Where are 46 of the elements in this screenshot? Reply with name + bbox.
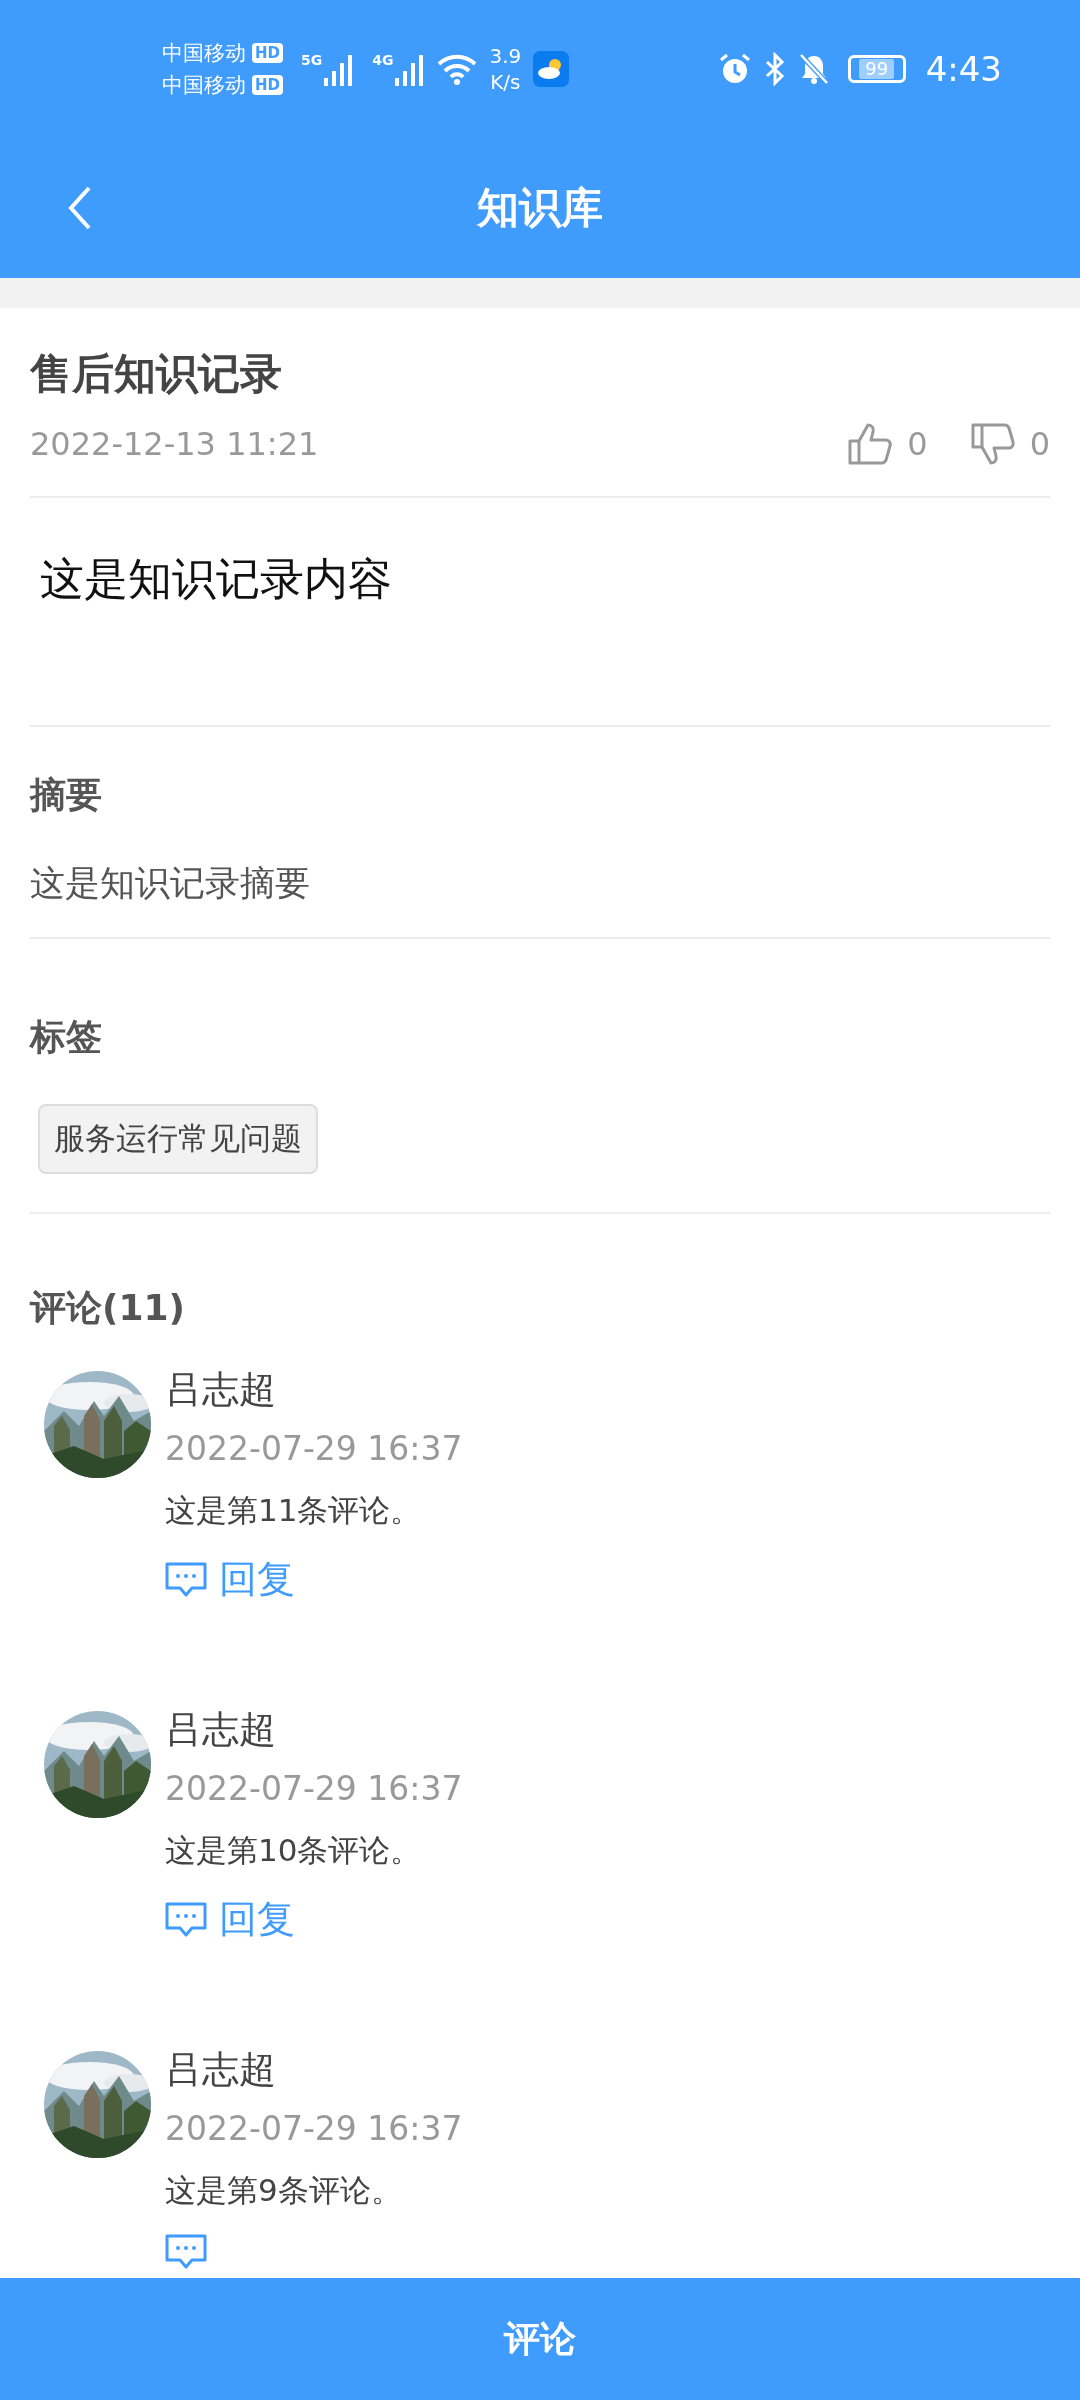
tag-chip[interactable]: 服务运行常见问题 — [38, 1104, 318, 1174]
signal-icon — [395, 52, 426, 86]
section-heading: 评论(11) — [30, 1286, 186, 1330]
reply-link[interactable]: 回复 — [219, 1894, 295, 1945]
comment-author: 吕志超 — [165, 1707, 277, 1753]
carrier-name: 中国移动 — [162, 72, 246, 99]
comment-date: 2022-07-29 16:37 — [165, 2109, 463, 2148]
comment-text: 这是第9条评论。 — [165, 2171, 403, 2210]
article-date: 2022-12-13 11:21 — [30, 425, 319, 463]
dislike-count: 0 — [1029, 425, 1050, 463]
like-count: 0 — [907, 425, 928, 463]
carrier-name: 中国移动 — [162, 40, 246, 67]
hd-badge: HD — [252, 75, 283, 95]
comment-button[interactable]: 评论 — [0, 2278, 1080, 2400]
article-content: 这是知识记录内容 — [40, 552, 393, 606]
back-icon[interactable] — [68, 186, 92, 230]
comment-bubble-icon[interactable] — [165, 1901, 207, 1938]
comment-author: 吕志超 — [165, 1367, 277, 1413]
bluetooth-icon — [763, 52, 786, 86]
network-label: 5G — [301, 52, 323, 68]
section-heading: 摘要 — [30, 773, 103, 817]
comment-date: 2022-07-29 16:37 — [165, 1769, 463, 1808]
alarm-icon — [717, 52, 752, 86]
comment-date: 2022-07-29 16:37 — [165, 1429, 463, 1468]
comment-bubble-icon[interactable] — [165, 1561, 207, 1598]
hd-badge: HD — [252, 43, 283, 63]
comment-text: 这是第11条评论。 — [165, 1491, 423, 1530]
article-title: 售后知识记录 — [30, 348, 283, 400]
muted-bell-icon — [797, 52, 830, 86]
clock-time: 4:43 — [925, 49, 1002, 89]
comment-author: 吕志超 — [165, 2047, 277, 2093]
speed-value: 3.9 — [489, 43, 522, 69]
signal-icon — [324, 52, 355, 86]
comment-bubble-icon[interactable] — [165, 2234, 207, 2270]
weather-app-icon — [533, 51, 570, 87]
page-title: 知识库 — [477, 182, 603, 234]
reply-link[interactable]: 回复 — [219, 1554, 295, 1605]
thumbs-down-icon[interactable] — [969, 422, 1016, 466]
thumbs-up-icon[interactable] — [847, 422, 894, 466]
battery-icon: 99 — [847, 55, 906, 83]
section-heading: 标签 — [30, 1015, 103, 1059]
comment-text: 这是第10条评论。 — [165, 1831, 423, 1870]
network-label: 4G — [372, 52, 394, 68]
summary-text: 这是知识记录摘要 — [30, 862, 311, 905]
speed-unit: K/s — [490, 69, 521, 95]
wifi-icon — [437, 53, 478, 85]
